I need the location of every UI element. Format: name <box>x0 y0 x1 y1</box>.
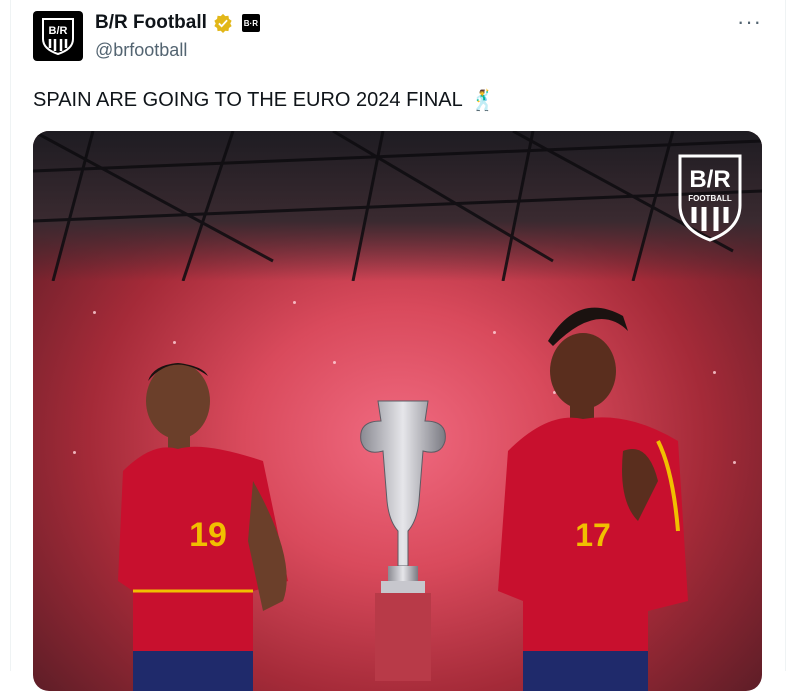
tweet-text: SPAIN ARE GOING TO THE EURO 2024 FINAL 🕺 <box>33 88 496 113</box>
name-row: B/R Football B·R <box>95 12 260 34</box>
verified-badge-icon[interactable] <box>213 13 233 33</box>
sparkle <box>93 311 96 314</box>
sparkle <box>73 451 76 454</box>
logo-text: B/R <box>689 166 730 193</box>
br-shield-icon: B/R <box>42 18 74 55</box>
roof-trusses <box>33 131 762 282</box>
sparkle <box>493 331 496 334</box>
sparkle <box>733 461 736 464</box>
logo-sub: FOOTBALL <box>688 194 732 203</box>
display-name[interactable]: B/R Football <box>95 12 207 34</box>
handle[interactable]: @brfootball <box>95 40 187 61</box>
dancing-emoji: 🕺 <box>470 90 496 112</box>
sparkle <box>333 361 336 364</box>
more-options-icon[interactable]: ··· <box>737 11 762 33</box>
affiliate-badge[interactable]: B·R <box>241 14 260 32</box>
svg-text:B/R: B/R <box>49 25 68 37</box>
stadium-roof <box>33 131 762 282</box>
tweet-text-body: SPAIN ARE GOING TO THE EURO 2024 FINAL <box>33 89 463 111</box>
tweet-media[interactable]: B/R FOOTBALL 19 17 <box>33 131 762 691</box>
card-border-right <box>785 0 786 671</box>
sparkle <box>173 341 176 344</box>
player-right-number: 17 <box>575 517 611 553</box>
euro-trophy <box>360 400 446 681</box>
br-football-logo: B/R FOOTBALL <box>678 154 742 242</box>
player-left-number: 19 <box>189 516 227 554</box>
player-left: 19 <box>118 363 288 691</box>
sparkle <box>293 301 296 304</box>
card-border-left <box>10 0 11 671</box>
avatar[interactable]: B/R <box>33 11 83 61</box>
player-right: 17 <box>498 307 688 691</box>
